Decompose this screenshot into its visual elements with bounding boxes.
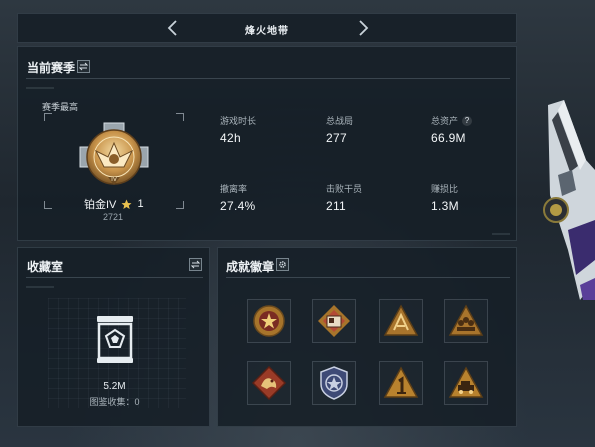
badge-triangle-squad[interactable]: [444, 299, 488, 343]
badge-dragon-diamond[interactable]: [247, 361, 291, 405]
star-icon: [121, 199, 132, 209]
stat-value: 211: [326, 199, 347, 213]
rank-name: 铂金IV 1: [84, 196, 144, 212]
stat-value: 42h: [220, 131, 241, 145]
stat-value: 277: [326, 131, 347, 145]
stat-value: 66.9M: [431, 131, 466, 145]
season-peak-label: 赛季最高: [42, 102, 79, 112]
badge-star-emblem[interactable]: [247, 299, 291, 343]
stat-value: 27.4%: [220, 199, 256, 213]
chevron-right-icon[interactable]: [354, 18, 372, 38]
mode-selector: 烽火地带: [17, 13, 517, 43]
help-icon[interactable]: ?: [462, 115, 473, 126]
season-title: 当前赛季: [27, 61, 76, 75]
rank-stars: 1: [137, 198, 144, 210]
collection-count-value: 0: [134, 397, 140, 407]
stat-label: 游戏时长: [220, 116, 257, 126]
stat-profit-ratio: 赚损比 1.3M: [431, 182, 459, 213]
weapon-preview-image: [543, 100, 595, 300]
collection-title: 收藏室: [27, 260, 64, 274]
collection-panel[interactable]: 收藏室 5.2M 图鉴收集：0: [17, 247, 210, 427]
svg-text:IV: IV: [111, 176, 118, 183]
stat-extraction-rate: 撤离率 27.4%: [220, 182, 256, 213]
decor-line: [26, 87, 54, 89]
stat-total-matches: 总战局 277: [326, 114, 353, 145]
gear-icon[interactable]: [276, 258, 289, 271]
achievements-title: 成就徽章: [226, 260, 275, 274]
achievements-panel: 成就徽章: [217, 247, 517, 427]
vault-icon: [97, 316, 133, 363]
badge-triangle-vehicle[interactable]: [444, 361, 488, 405]
collection-count: 图鉴收集：0: [18, 395, 211, 408]
rank-tier: 铂金IV: [84, 199, 117, 211]
season-panel: 当前赛季 赛季最高 IV 铂金IV 1 2721 游戏时长 42h 总战局 27…: [17, 46, 517, 241]
stat-label: 撤离率: [220, 184, 248, 194]
stat-operators-defeated: 击败干员 211: [326, 182, 362, 213]
mode-title: 烽火地带: [245, 26, 289, 37]
stat-label: 赚损比: [431, 184, 459, 194]
badge-id-card[interactable]: [312, 299, 356, 343]
stat-total-assets: 总资产? 66.9M: [431, 114, 473, 145]
badge-triangle-rifle[interactable]: [379, 299, 423, 343]
rank-emblem-icon: IV: [79, 122, 149, 185]
season-divider: [26, 78, 510, 79]
badge-triangle-one[interactable]: [379, 361, 423, 405]
collection-divider: [26, 277, 203, 278]
stat-label: 总资产: [431, 116, 459, 126]
stat-playtime: 游戏时长 42h: [220, 114, 256, 145]
decor-line: [26, 286, 54, 288]
rank-score: 2721: [102, 212, 124, 222]
collection-value: 5.2M: [103, 381, 126, 392]
stat-label: 击败干员: [326, 184, 363, 194]
badge-shield-police[interactable]: [312, 361, 356, 405]
decor-line: [492, 233, 510, 235]
stat-label: 总战局: [326, 116, 354, 126]
collection-count-label: 图鉴收集：: [89, 397, 135, 407]
stat-value: 1.3M: [431, 199, 459, 213]
swap-icon[interactable]: [189, 258, 202, 271]
swap-icon[interactable]: [77, 60, 90, 73]
achievements-divider: [226, 277, 510, 278]
